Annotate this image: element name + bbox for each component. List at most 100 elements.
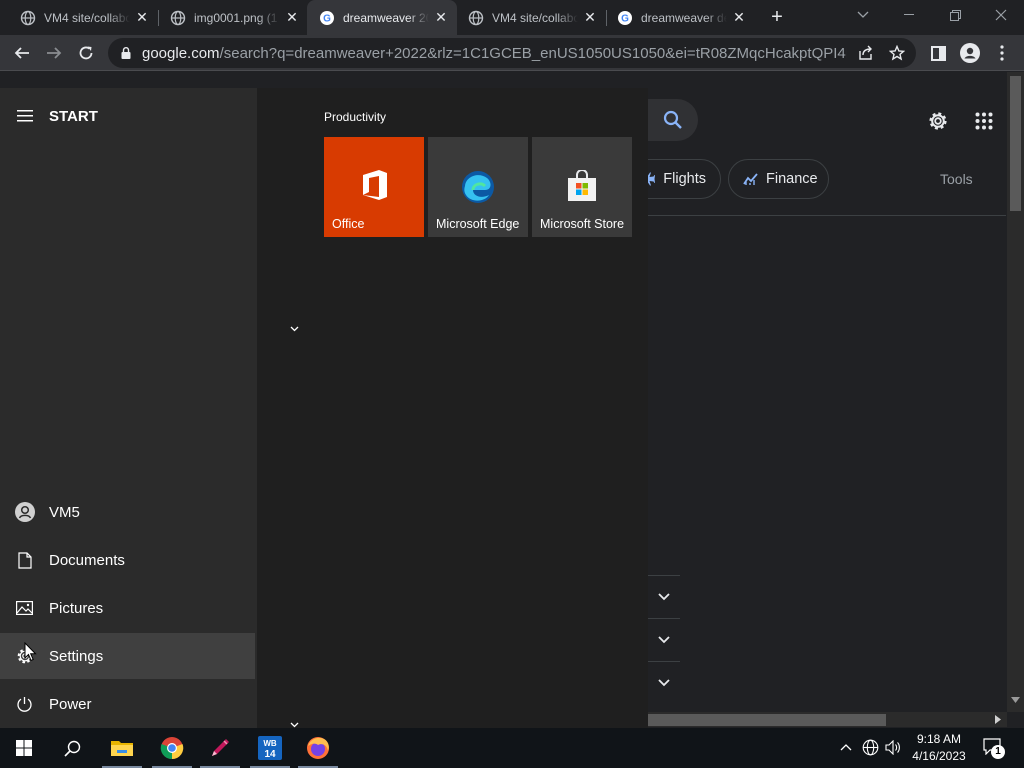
start-item-label: VM5	[49, 503, 80, 521]
svg-text:14: 14	[264, 749, 276, 760]
start-menu-expand[interactable]: START	[0, 93, 255, 139]
close-tab-icon[interactable]: ✕	[433, 9, 449, 26]
url-text[interactable]: google.com/search?q=dreamweaver+2022&rlz…	[142, 45, 847, 62]
store-bag-icon	[568, 170, 596, 201]
system-clock[interactable]: 9:18 AM 4/16/2023	[905, 731, 973, 765]
new-tab-plus-icon[interactable]: +	[763, 3, 791, 31]
url-path: /search?q=dreamweaver+2022&rlz=1C1GCEB_e…	[219, 45, 847, 62]
tab-3-active[interactable]: G dreamweaver 20 ✕	[307, 0, 457, 35]
start-button[interactable]	[0, 728, 48, 768]
mouse-cursor-icon	[24, 642, 37, 662]
taskbar-pen-app[interactable]	[196, 728, 244, 768]
document-icon	[0, 551, 49, 569]
close-tab-icon[interactable]: ✕	[582, 9, 598, 26]
chip-label: Flights	[663, 171, 706, 187]
forward-arrow-icon[interactable]	[40, 39, 68, 67]
tile-group-title: Productivity	[324, 110, 387, 124]
apps-grid-icon[interactable]	[975, 112, 993, 130]
vertical-scroll-thumb[interactable]	[1010, 76, 1021, 211]
start-item-documents[interactable]: Documents	[0, 537, 255, 583]
close-tab-icon[interactable]: ✕	[134, 9, 150, 26]
tab-5[interactable]: G dreamweaver de ✕	[605, 0, 755, 35]
close-window-icon[interactable]	[978, 0, 1024, 30]
chip-finance[interactable]: Finance	[728, 159, 829, 199]
taskbar-chrome[interactable]	[148, 728, 196, 768]
start-item-label: Power	[49, 695, 92, 713]
wb14-icon: WB14	[258, 736, 282, 760]
svg-text:G: G	[323, 13, 331, 24]
pictures-icon	[0, 601, 49, 615]
tile-label: Microsoft Store	[540, 217, 625, 231]
url-host: google.com	[142, 45, 220, 62]
tab-title: VM4 site/collabo	[44, 10, 130, 25]
minimize-icon[interactable]	[886, 0, 932, 30]
globe-icon	[170, 10, 186, 25]
settings-gear-icon[interactable]	[926, 109, 950, 133]
finance-trend-icon	[743, 173, 758, 185]
horizontal-scroll-thumb[interactable]	[648, 714, 886, 726]
taskbar-wb14[interactable]: WB 14	[246, 728, 294, 768]
start-menu-sidebar: START VM5 Documents Pictures Settings Po…	[0, 88, 257, 728]
kebab-menu-icon[interactable]	[988, 39, 1016, 67]
chip-label: Finance	[766, 171, 818, 187]
tile-office[interactable]: Office	[324, 137, 424, 237]
start-item-power[interactable]: Power	[0, 681, 255, 727]
svg-text:G: G	[621, 13, 629, 24]
back-arrow-icon[interactable]	[8, 39, 36, 67]
tile-microsoft-edge[interactable]: Microsoft Edge	[428, 137, 528, 237]
vertical-scrollbar[interactable]	[1007, 72, 1024, 712]
tab-strip: VM4 site/collabo ✕ img0001.png (1 ✕ G dr…	[0, 0, 1024, 35]
restore-icon[interactable]	[932, 0, 978, 30]
close-tab-icon[interactable]: ✕	[284, 9, 300, 26]
tab-title: img0001.png (1	[194, 10, 278, 25]
close-tab-icon[interactable]: ✕	[731, 9, 747, 26]
scroll-down-arrow-icon[interactable]	[1011, 697, 1020, 703]
chevron-down-icon[interactable]	[290, 326, 299, 332]
start-item-settings[interactable]: Settings	[0, 633, 255, 679]
start-item-label: Settings	[49, 647, 104, 665]
start-item-pictures[interactable]: Pictures	[0, 585, 255, 631]
tab-2[interactable]: img0001.png (1 ✕	[158, 0, 308, 35]
hamburger-menu-icon[interactable]	[0, 110, 49, 122]
volume-icon[interactable]	[885, 740, 902, 755]
expand-chevron-1[interactable]	[648, 575, 680, 618]
network-globe-icon[interactable]	[862, 739, 879, 756]
expand-chevron-3[interactable]	[648, 661, 680, 704]
scroll-right-arrow-icon[interactable]	[995, 715, 1001, 724]
start-item-user[interactable]: VM5	[0, 489, 255, 535]
search-icon	[663, 110, 682, 129]
lock-icon[interactable]	[121, 47, 131, 59]
notification-count-badge: 1	[991, 745, 1005, 759]
taskbar-search-button[interactable]	[48, 728, 96, 768]
action-center-button[interactable]: 1	[983, 738, 1007, 759]
address-bar[interactable]: google.com/search?q=dreamweaver+2022&rlz…	[108, 38, 916, 68]
tools-button[interactable]: Tools	[940, 171, 973, 187]
google-icon: G	[618, 10, 632, 25]
search-submit-button[interactable]	[648, 99, 698, 141]
chevron-down-icon	[658, 679, 670, 687]
bookmark-star-icon[interactable]	[889, 45, 905, 61]
taskbar-file-explorer[interactable]	[98, 728, 146, 768]
tile-microsoft-store[interactable]: Microsoft Store	[532, 137, 632, 237]
chevron-down-icon	[658, 636, 670, 644]
side-panel-icon[interactable]	[924, 39, 952, 67]
pen-app-icon	[212, 739, 229, 756]
expand-chevron-2[interactable]	[648, 618, 680, 661]
tile-label: Microsoft Edge	[436, 217, 520, 231]
share-icon[interactable]	[857, 45, 874, 61]
office-logo-icon	[363, 170, 387, 200]
tab-1[interactable]: VM4 site/collabo ✕	[8, 0, 158, 35]
tab-search-chevron-icon[interactable]	[840, 0, 886, 30]
globe-icon	[468, 10, 484, 25]
power-icon	[0, 696, 49, 713]
start-menu-tiles-area: Productivity Office Microsoft Edge Micro…	[257, 88, 648, 728]
windows-start-icon	[16, 740, 32, 756]
taskbar-firefox[interactable]	[294, 728, 342, 768]
tab-4[interactable]: VM4 site/collabo ✕	[456, 0, 606, 35]
chevron-up-icon[interactable]	[840, 743, 852, 751]
clock-time: 9:18 AM	[916, 732, 962, 746]
profile-icon[interactable]	[956, 39, 984, 67]
reload-icon[interactable]	[72, 39, 100, 67]
file-explorer-icon	[111, 741, 133, 756]
horizontal-scrollbar[interactable]	[648, 712, 1007, 727]
